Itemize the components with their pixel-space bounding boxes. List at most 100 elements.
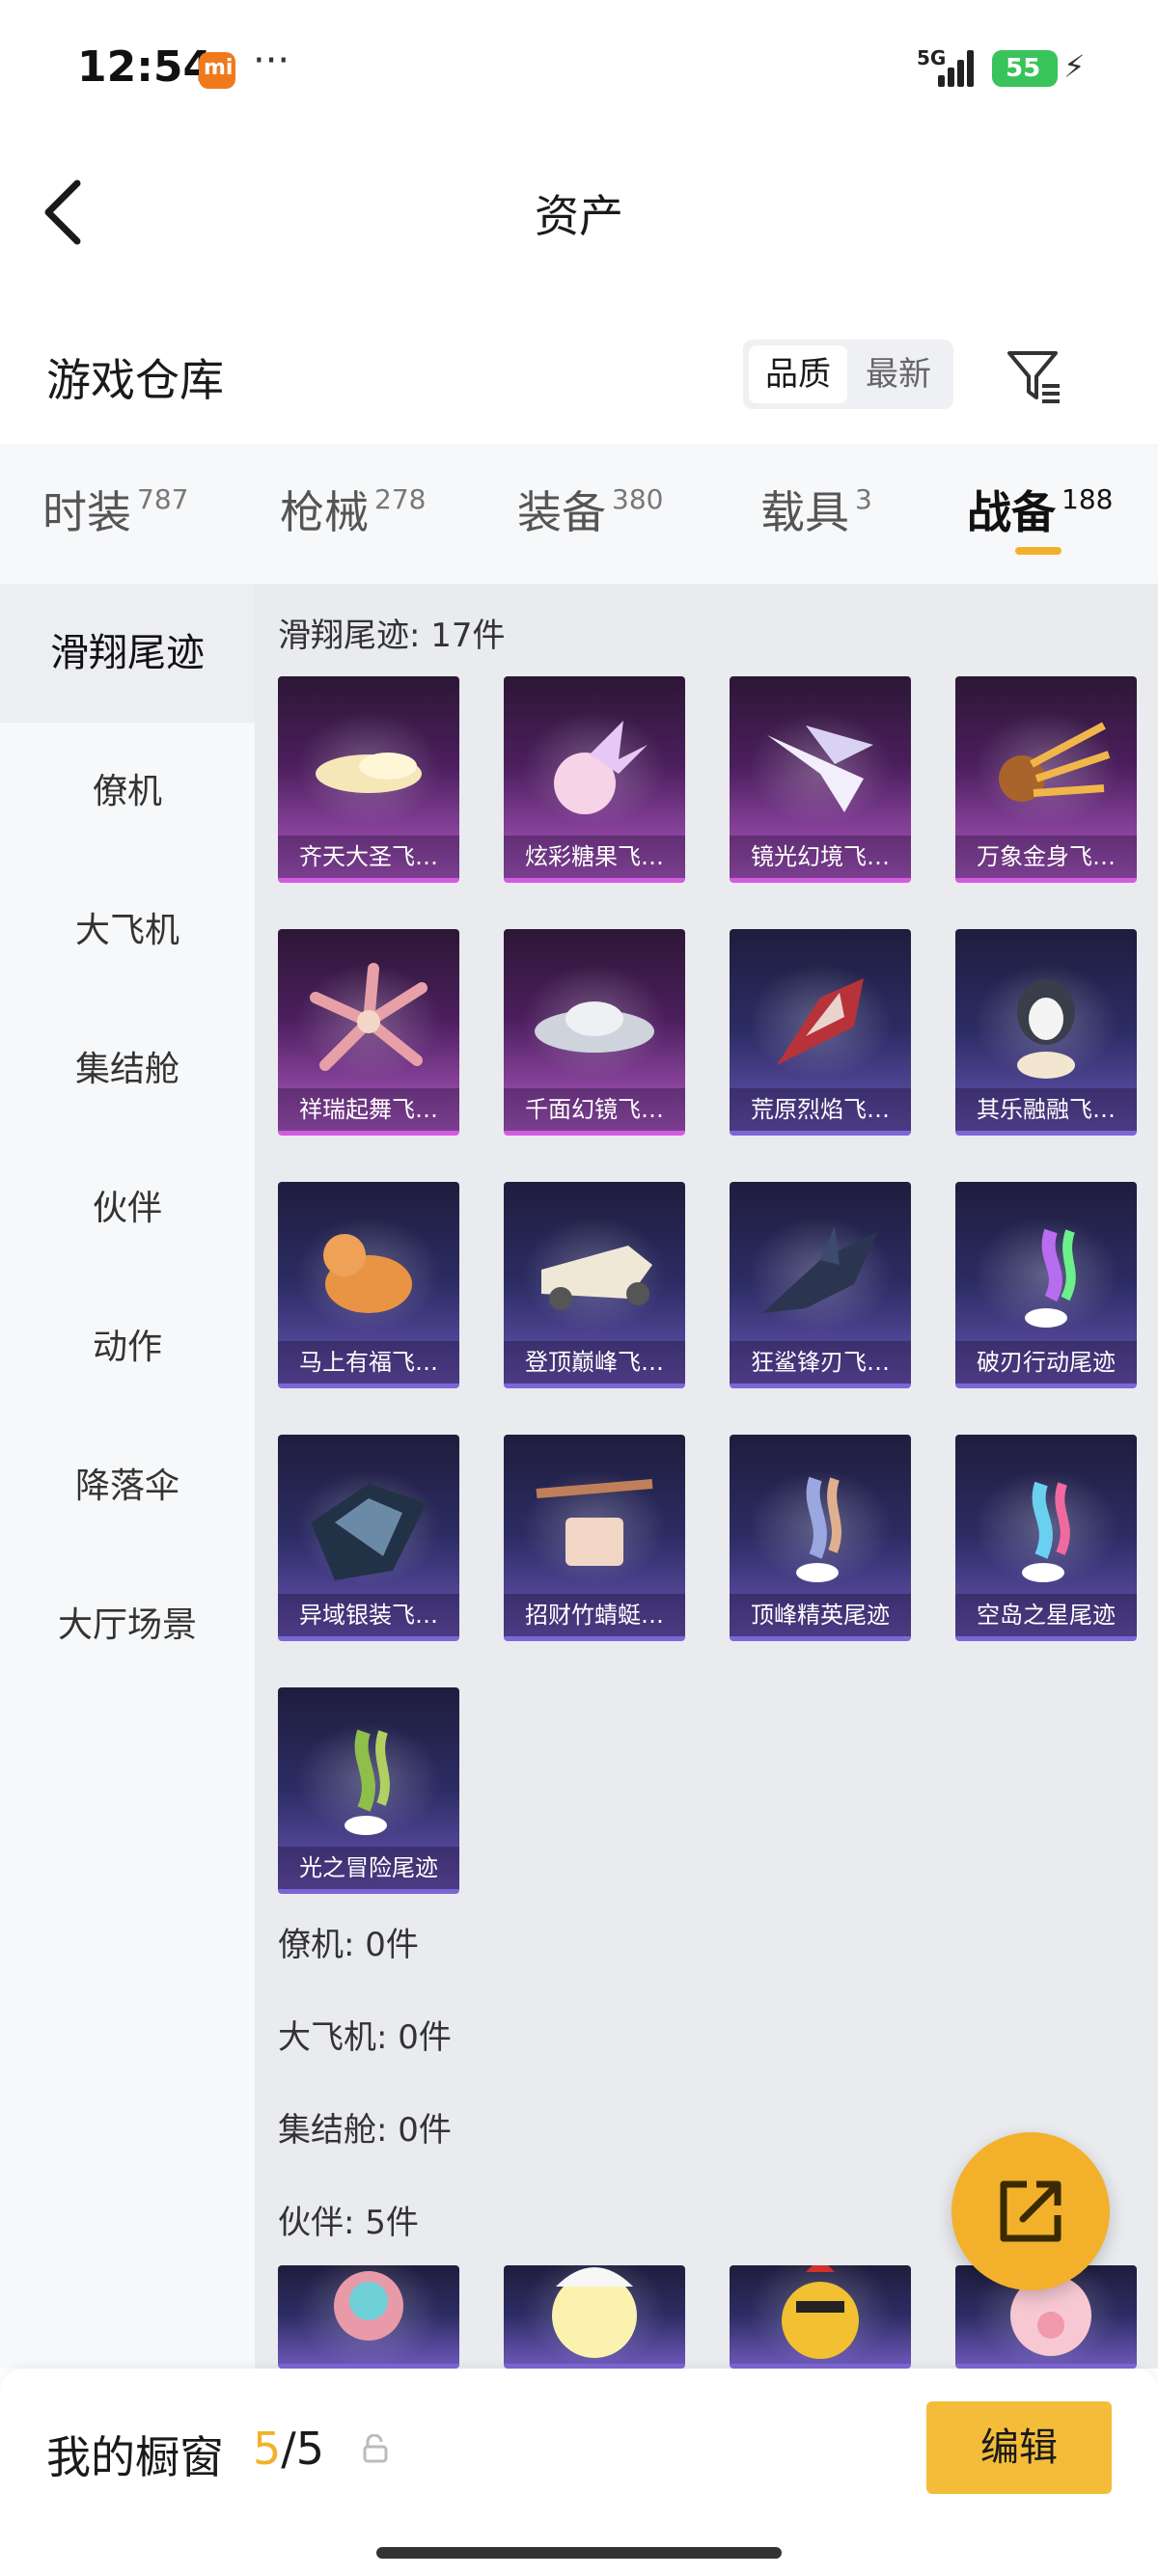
item-name: 镜光幻境飞…	[730, 836, 911, 878]
item-card[interactable]: 镜光幻境飞…	[730, 676, 911, 883]
tab-fashion[interactable]: 时装 787	[42, 478, 188, 541]
comet-glider-icon	[999, 722, 1111, 803]
item-card[interactable]: 祥瑞起舞飞…	[278, 929, 459, 1136]
item-card[interactable]: 异域银装飞…	[278, 1435, 459, 1641]
edit-button[interactable]: 编辑	[926, 2401, 1112, 2494]
sidebar-item-lobby-scene[interactable]: 大厅场景	[0, 1556, 255, 1695]
page-title: 资产	[535, 190, 623, 242]
item-name: 荒原烈焰飞…	[730, 1088, 911, 1131]
tab-label: 枪械	[280, 486, 369, 538]
filter-icon	[1007, 351, 1060, 403]
tab-count: 278	[374, 483, 427, 515]
section-title-partner: 伙伴: 5件	[278, 2204, 419, 2242]
tab-count: 188	[1062, 483, 1114, 515]
ufo-glider-icon	[535, 1001, 654, 1054]
share-button[interactable]	[951, 2132, 1110, 2290]
item-card[interactable]: 狂鲨锋刃飞…	[730, 1182, 911, 1388]
warehouse-title: 游戏仓库	[46, 354, 224, 406]
item-name: 马上有福飞…	[278, 1341, 459, 1384]
item-name: 异域银装飞…	[278, 1594, 459, 1636]
item-card[interactable]	[278, 2265, 459, 2369]
item-name: 炫彩糖果飞…	[504, 836, 685, 878]
section-title-big-plane: 大飞机: 0件	[278, 2018, 452, 2057]
wing-glider-icon	[767, 726, 873, 813]
rooster-partner-icon	[782, 2265, 859, 2359]
tab-gear[interactable]: 装备 380	[517, 478, 663, 541]
sidebar-item-wingman[interactable]: 僚机	[0, 723, 255, 862]
item-card[interactable]: 登顶巅峰飞…	[504, 1182, 685, 1388]
item-name: 齐天大圣飞…	[278, 836, 459, 878]
item-card[interactable]: 炫彩糖果飞…	[504, 676, 685, 883]
jet-glider-icon	[541, 1246, 652, 1311]
sort-newest-button[interactable]: 最新	[849, 345, 948, 403]
item-name: 光之冒险尾迹	[278, 1847, 459, 1889]
item-card[interactable]: 顶峰精英尾迹	[730, 1435, 911, 1641]
item-card[interactable]	[730, 2265, 911, 2369]
item-name: 狂鲨锋刃飞…	[730, 1341, 911, 1384]
item-name: 破刃行动尾迹	[955, 1341, 1137, 1384]
showcase-label: 我的橱窗	[46, 2431, 224, 2483]
silver-wing-icon	[311, 1484, 427, 1581]
item-card[interactable]: 其乐融融飞…	[955, 929, 1137, 1136]
tab-label: 战备	[967, 486, 1056, 538]
item-name: 其乐融融飞…	[955, 1088, 1137, 1131]
filter-button[interactable]	[1004, 345, 1065, 407]
item-card[interactable]	[504, 2265, 685, 2369]
sort-toggle: 品质 最新	[743, 340, 953, 409]
item-card[interactable]: 齐天大圣飞…	[278, 676, 459, 883]
external-link-icon	[1000, 2180, 1062, 2242]
item-card[interactable]: 光之冒险尾迹	[278, 1687, 459, 1894]
mi-app-icon	[199, 52, 235, 89]
sidebar-item-emote[interactable]: 动作	[0, 1278, 255, 1417]
tab-count: 787	[137, 483, 189, 515]
category-tabs: 时装 787 枪械 278 装备 380 载具 3 战备 188	[0, 444, 1158, 584]
active-tab-indicator	[1015, 547, 1062, 555]
showcase-total: /5	[281, 2423, 325, 2475]
item-name: 千面幻镜飞…	[504, 1088, 685, 1131]
item-card[interactable]: 荒原烈焰飞…	[730, 929, 911, 1136]
sidebar-item-pod[interactable]: 集结舱	[0, 1000, 255, 1139]
smoke-trail-icon	[796, 1476, 841, 1583]
sidebar-item-glide-trail[interactable]: 滑翔尾迹	[0, 584, 255, 723]
status-bar: 12:54 ··· 5G 55 ⚡	[0, 0, 1158, 135]
subcategory-sidebar: 滑翔尾迹 僚机 大飞机 集结舱 伙伴 动作 降落伞 大厅场景	[0, 584, 255, 2369]
tab-vehicles[interactable]: 载具 3	[760, 478, 872, 541]
horse-glider-icon	[323, 1234, 412, 1314]
item-name: 登顶巅峰飞…	[504, 1341, 685, 1384]
tab-label: 装备	[517, 486, 606, 538]
tab-label: 载具	[760, 486, 849, 538]
tab-label: 时装	[42, 486, 131, 538]
item-card[interactable]: 千面幻镜飞…	[504, 929, 685, 1136]
app-header: 资产	[0, 154, 1158, 270]
sidebar-item-parachute[interactable]: 降落伞	[0, 1417, 255, 1556]
bear-partner-icon	[334, 2270, 403, 2341]
item-card[interactable]: 马上有福飞…	[278, 1182, 459, 1388]
section-title-pod: 集结舱: 0件	[278, 2111, 452, 2150]
section-title-glide-trail: 滑翔尾迹: 17件	[278, 617, 506, 655]
item-name: 顶峰精英尾迹	[730, 1594, 911, 1636]
tab-count: 380	[612, 483, 664, 515]
showcase-bar: 我的橱窗 5/5 编辑	[0, 2369, 1158, 2576]
item-card[interactable]: 破刃行动尾迹	[955, 1182, 1137, 1388]
item-name: 万象金身飞…	[955, 836, 1137, 878]
cloud-trail-icon	[316, 753, 422, 794]
sidebar-item-big-plane[interactable]: 大飞机	[0, 862, 255, 1000]
signal-icon	[938, 48, 977, 87]
charging-icon: ⚡	[1063, 48, 1086, 85]
battery-level: 55	[992, 50, 1058, 87]
candy-glider-icon	[554, 721, 648, 815]
clock: 12:54	[77, 42, 213, 92]
item-card[interactable]: 万象金身飞…	[955, 676, 1137, 883]
tab-guns[interactable]: 枪械 278	[280, 478, 426, 541]
item-card[interactable]: 空岛之星尾迹	[955, 1435, 1137, 1641]
item-grid-panel: 滑翔尾迹: 17件 齐天大圣飞… 炫彩糖果飞… 镜光幻境飞… 万象金身飞… 祥瑞起舞飞……	[255, 584, 1158, 2369]
warehouse-header: 游戏仓库 品质 最新	[0, 328, 1158, 434]
sort-quality-button[interactable]: 品质	[749, 345, 847, 403]
tab-combat-supplies[interactable]: 战备 188	[967, 478, 1113, 541]
sidebar-item-partner[interactable]: 伙伴	[0, 1139, 255, 1278]
tab-count: 3	[855, 483, 872, 515]
flame-glider-icon	[777, 978, 864, 1066]
item-card[interactable]: 招财竹蜻蜓…	[504, 1435, 685, 1641]
item-name: 空岛之星尾迹	[955, 1594, 1137, 1636]
home-indicator[interactable]	[376, 2547, 782, 2559]
